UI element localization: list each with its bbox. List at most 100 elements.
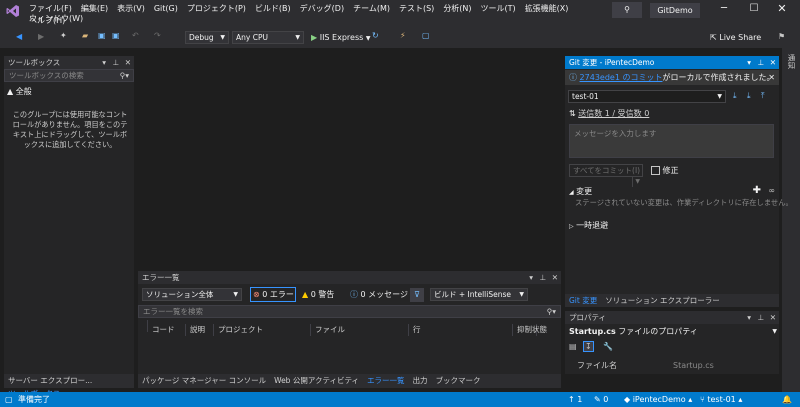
- warnings-filter-button[interactable]: ▲ 0 警告: [302, 288, 334, 301]
- menu-item[interactable]: Git(G): [154, 4, 178, 13]
- sync-link[interactable]: ⇅ 送信数 1 / 受信数 0: [569, 108, 649, 119]
- right-tab-strip: Git 変更 ソリューション エクスプローラー: [565, 294, 779, 307]
- toolbox-group-header[interactable]: ▲ 全般: [7, 86, 32, 97]
- menu-item[interactable]: 表示(V): [117, 4, 145, 13]
- push-icon[interactable]: ⤒: [761, 91, 765, 101]
- close-icon[interactable]: ✕: [768, 70, 775, 85]
- filter-icon[interactable]: ⊽: [410, 288, 424, 302]
- status-ready: 準備完了: [18, 395, 50, 404]
- hot-reload-icon[interactable]: ⚡: [400, 31, 406, 40]
- changes-header[interactable]: ◢ 変更 ✚ ∞: [569, 185, 775, 197]
- maximize-button[interactable]: ☐: [744, 3, 764, 14]
- close-icon[interactable]: ✕: [770, 56, 776, 69]
- panel-menu-icon[interactable]: ▾: [102, 56, 106, 69]
- error-search-input[interactable]: エラー一覧を検索 ⚲▾: [138, 305, 561, 318]
- menu-item[interactable]: チーム(M): [353, 4, 390, 13]
- column-header[interactable]: 説明: [186, 324, 214, 336]
- commit-all-button[interactable]: すべてをコミット(I) ▼: [569, 164, 643, 187]
- open-icon[interactable]: ▰: [82, 31, 88, 40]
- error-scope-select[interactable]: ソリューション全体 ▼: [142, 288, 242, 301]
- menu-item[interactable]: ファイル(F): [29, 4, 72, 13]
- property-value: Startup.cs: [673, 361, 714, 370]
- panel-menu-icon[interactable]: ▾: [747, 56, 751, 69]
- platform-select[interactable]: Any CPU ▼: [232, 31, 304, 44]
- stage-all-icon[interactable]: ✚: [753, 185, 761, 196]
- forward-icon[interactable]: ▶: [38, 32, 44, 41]
- new-project-icon[interactable]: ✦: [60, 31, 67, 40]
- pin-icon[interactable]: ⊥: [757, 311, 764, 324]
- menu-item[interactable]: ツール(T): [481, 4, 516, 13]
- notifications-icon[interactable]: 🔔: [782, 392, 792, 407]
- save-all-icon[interactable]: ▣: [112, 31, 120, 40]
- panel-menu-icon[interactable]: ▾: [529, 271, 533, 284]
- bottom-tab[interactable]: パッケージ マネージャー コンソール: [138, 374, 270, 387]
- refresh-icon[interactable]: ↻: [372, 31, 379, 40]
- save-icon[interactable]: ▣: [98, 31, 106, 40]
- property-pages-icon[interactable]: 🔧: [603, 342, 613, 351]
- amend-checkbox[interactable]: 修正: [651, 165, 679, 176]
- repo-name: iPentecDemo: [632, 395, 686, 404]
- branch-selector[interactable]: ⑂ test-01 ▴: [700, 392, 742, 407]
- pin-icon[interactable]: ⊥: [757, 56, 764, 69]
- pin-icon[interactable]: ⊥: [539, 271, 546, 284]
- config-value: Debug: [189, 33, 214, 42]
- minimize-button[interactable]: ─: [714, 3, 734, 14]
- bottom-tab[interactable]: Web 公開アクティビティ: [270, 374, 363, 387]
- column-header[interactable]: プロジェクト: [214, 324, 311, 336]
- bottom-tab[interactable]: エラー一覧: [363, 374, 409, 387]
- menu-item-help[interactable]: ヘルプ(H): [29, 16, 65, 26]
- browser-link-icon[interactable]: ▢: [422, 31, 430, 40]
- commit-link[interactable]: 2743ede1 のコミット: [580, 73, 663, 82]
- menu-item[interactable]: テスト(S): [399, 4, 434, 13]
- column-header[interactable]: 抑制状態: [513, 324, 547, 336]
- menu-item[interactable]: プロジェクト(P): [187, 4, 246, 13]
- branch-select[interactable]: test-01 ▼: [568, 90, 726, 103]
- stash-header[interactable]: ▷ 一時退避: [569, 220, 608, 231]
- menu-item[interactable]: デバッグ(D): [300, 4, 344, 13]
- panel-menu-icon[interactable]: ▾: [747, 311, 751, 324]
- close-icon[interactable]: ✕: [125, 56, 131, 69]
- pull-icon[interactable]: ⤓: [747, 91, 751, 101]
- warning-icon: ▲: [302, 290, 309, 299]
- column-header[interactable]: ファイル: [311, 324, 409, 336]
- more-icon[interactable]: ∞: [768, 186, 775, 195]
- toolbox-search-input[interactable]: ツールボックスの検索 ⚲▾: [4, 69, 134, 82]
- run-button[interactable]: ▶ IIS Express ▼: [311, 32, 370, 44]
- property-row-filename[interactable]: ファイル名 Startup.cs: [569, 360, 775, 371]
- fetch-icon[interactable]: ⤓: [733, 91, 737, 101]
- unpushed-commits[interactable]: ↑ 1: [568, 392, 582, 407]
- right-tab[interactable]: ソリューション エクスプローラー: [601, 294, 724, 307]
- column-header[interactable]: 行: [409, 324, 513, 336]
- errors-filter-button[interactable]: ⊗ 0 エラー: [250, 287, 296, 302]
- messages-filter-button[interactable]: ⓘ 0 メッセージ: [350, 288, 408, 301]
- menu-item[interactable]: 編集(E): [81, 4, 108, 13]
- undo-icon[interactable]: ↶: [132, 31, 139, 40]
- config-select[interactable]: Debug ▼: [185, 31, 229, 44]
- repository-selector[interactable]: ◆ iPentecDemo ▴: [624, 392, 692, 407]
- live-share-button[interactable]: ⇱ Live Share: [710, 33, 761, 43]
- alphabetical-icon[interactable]: ↧: [583, 341, 594, 352]
- left-tab[interactable]: サーバー エクスプロー...: [4, 374, 96, 387]
- menu-item[interactable]: 分析(N): [443, 4, 471, 13]
- commit-message-input[interactable]: メッセージを入力します: [569, 124, 774, 158]
- notifications-tab[interactable]: 通知: [786, 54, 797, 69]
- title-bar: ファイル(F) 編集(E) 表示(V) Git(G) プロジェクト(P) ビルド(B) デバ…: [0, 0, 800, 28]
- close-icon[interactable]: ✕: [770, 311, 776, 324]
- pin-icon[interactable]: ⊥: [112, 56, 119, 69]
- pending-changes[interactable]: ✎ 0: [594, 392, 608, 407]
- bottom-tab[interactable]: ブックマーク: [432, 374, 485, 387]
- column-header[interactable]: コード: [148, 324, 186, 336]
- right-tab[interactable]: Git 変更: [565, 294, 601, 307]
- bottom-tab[interactable]: 出力: [409, 374, 432, 387]
- build-filter-select[interactable]: ビルド + IntelliSense ▼: [430, 288, 528, 301]
- feedback-icon[interactable]: ⚑: [778, 32, 785, 41]
- back-icon[interactable]: ◀: [16, 32, 22, 41]
- search-button[interactable]: ⚲: [612, 2, 642, 18]
- menu-item[interactable]: 拡張機能(X): [525, 4, 569, 13]
- close-button[interactable]: ✕: [772, 2, 792, 15]
- menu-item[interactable]: ビルド(B): [255, 4, 291, 13]
- properties-object-select[interactable]: Startup.cs ファイルのプロパティ ▼: [569, 327, 777, 337]
- close-icon[interactable]: ✕: [552, 271, 558, 284]
- redo-icon[interactable]: ↷: [154, 31, 161, 40]
- categorized-icon[interactable]: ▤: [569, 342, 577, 351]
